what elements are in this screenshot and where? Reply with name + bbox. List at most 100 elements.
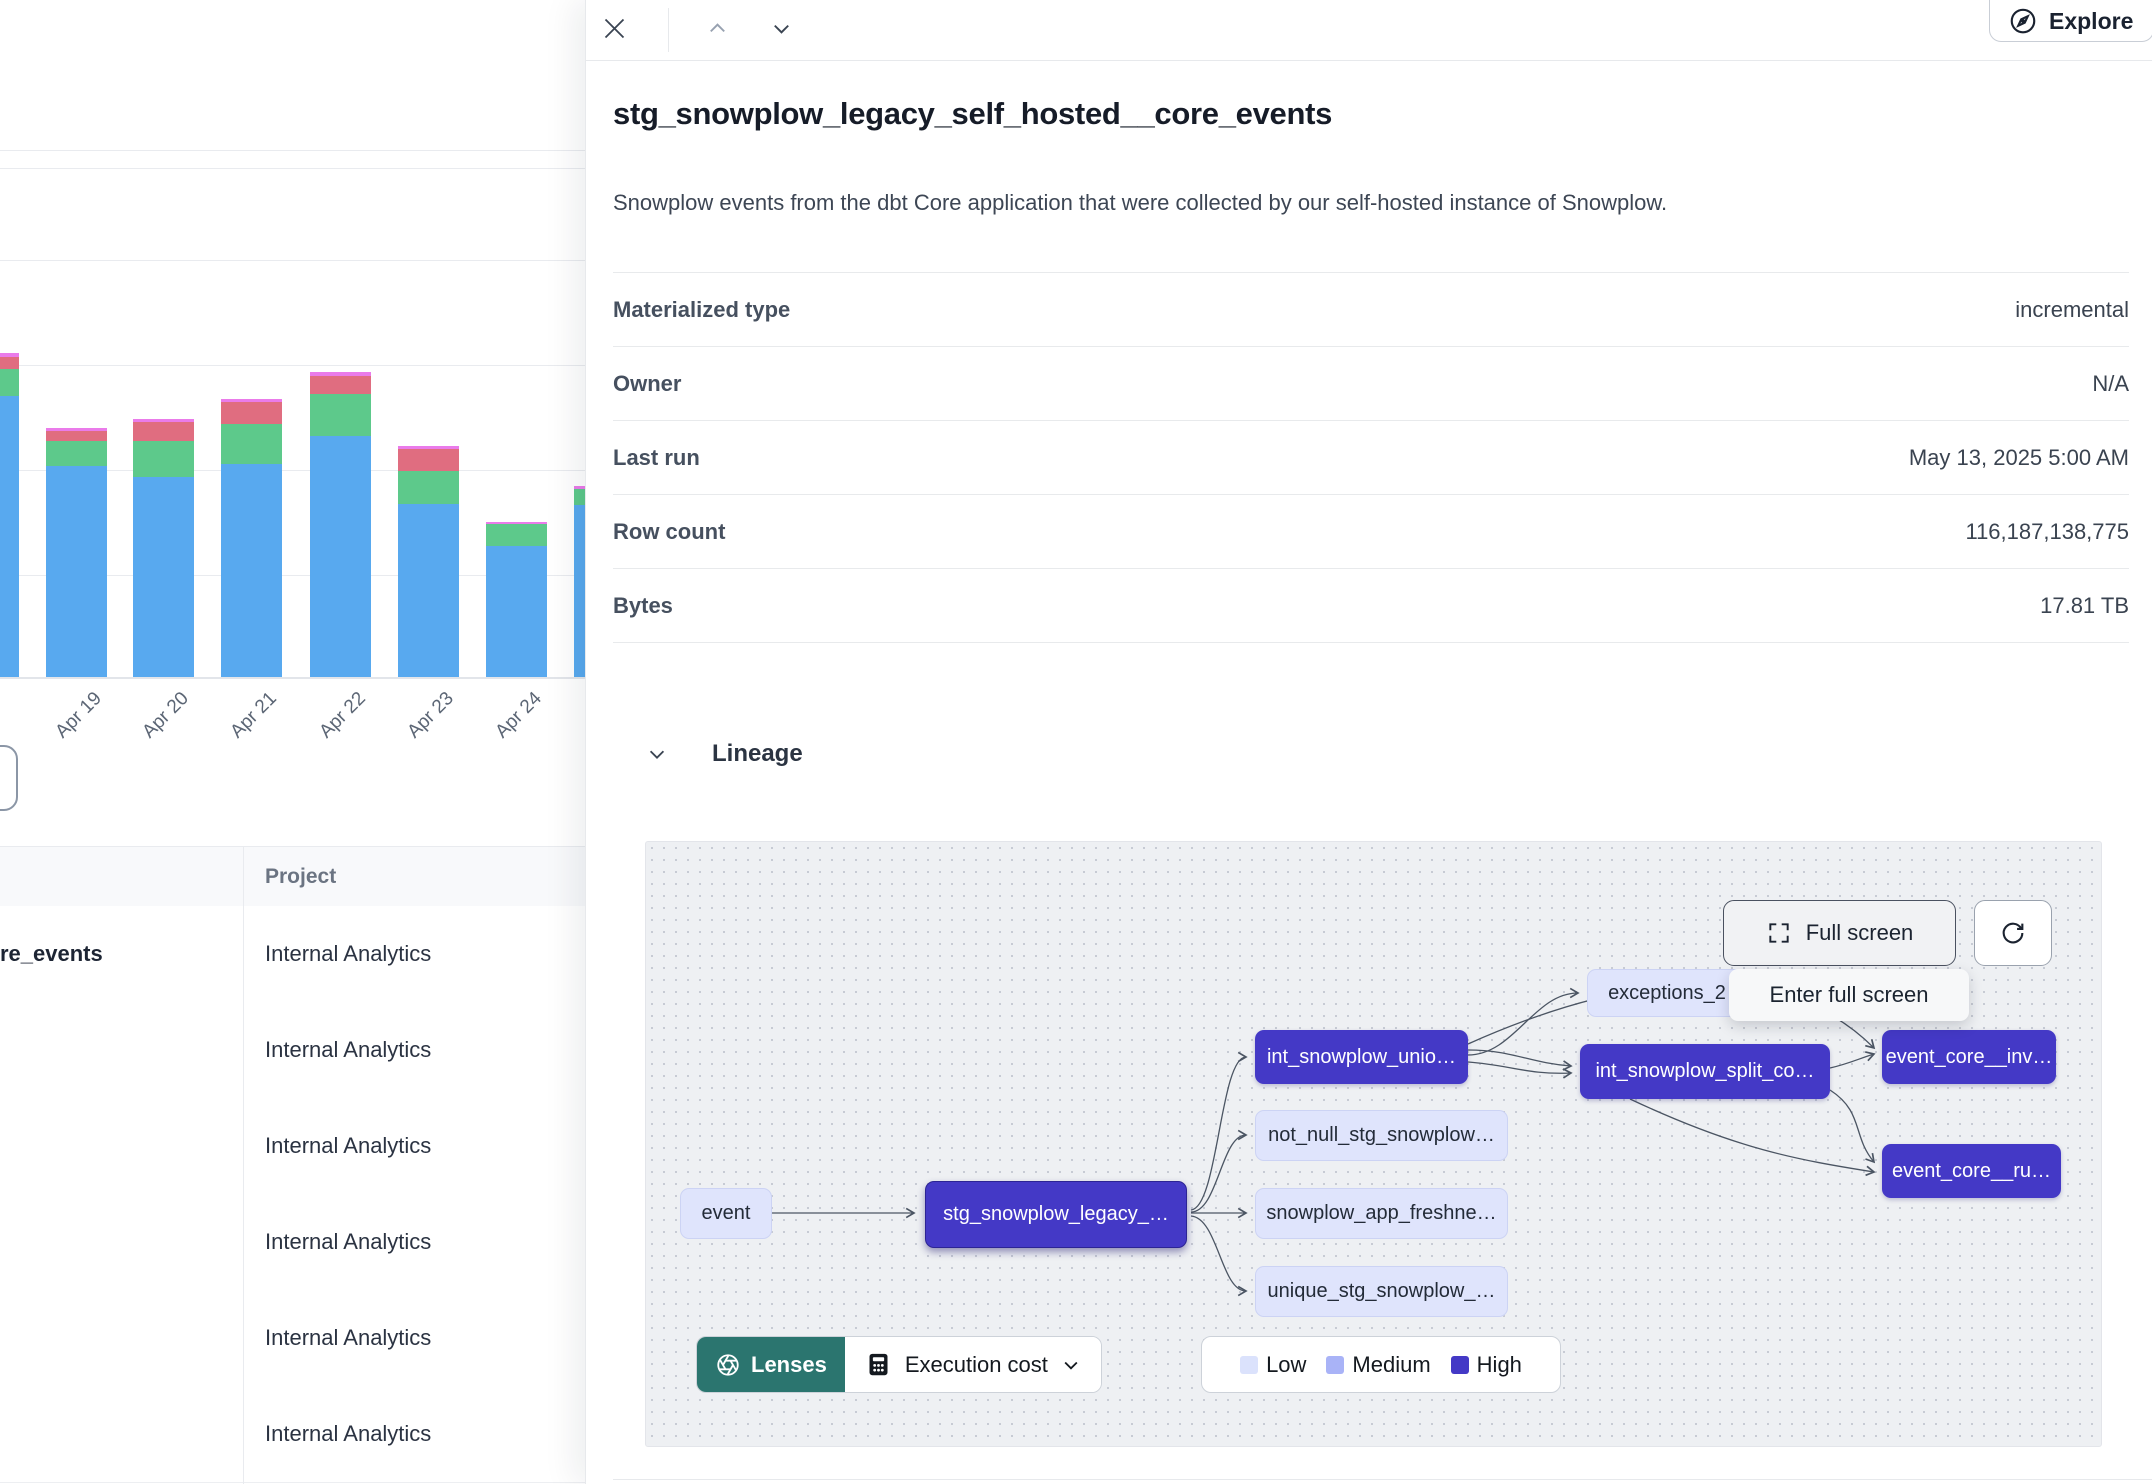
bar-segment-green-segment — [46, 441, 107, 466]
aperture-icon — [715, 1352, 741, 1378]
calculator-icon — [865, 1351, 892, 1378]
table-row[interactable]: Internal Analytics — [0, 1290, 585, 1387]
model-description: Snowplow events from the dbt Core applic… — [613, 190, 1667, 216]
lineage-node-inv[interactable]: event_core__inv… — [1882, 1030, 2056, 1084]
lineage-node-exceptions[interactable]: exceptions_2 — [1587, 969, 1747, 1017]
x-axis-label: Apr 22 — [295, 688, 370, 763]
bar-segment-green-segment — [486, 524, 547, 546]
lineage-node-event[interactable]: event — [680, 1188, 772, 1239]
project-cell: Internal Analytics — [265, 906, 431, 1002]
stacked-bar[interactable] — [0, 353, 19, 677]
lens-selected-label: Execution cost — [905, 1352, 1048, 1378]
bar-segment-blue-segment — [46, 466, 107, 677]
detail-value: May 13, 2025 5:00 AM — [1909, 445, 2129, 471]
detail-label: Row count — [613, 519, 725, 545]
detail-label: Last run — [613, 445, 700, 471]
detail-value: incremental — [2015, 297, 2129, 323]
previous-item-button[interactable] — [697, 8, 737, 48]
fullscreen-tooltip: Enter full screen — [1729, 969, 1969, 1021]
chevron-up-icon — [706, 17, 729, 40]
lineage-node-ru[interactable]: event_core__ru… — [1882, 1144, 2061, 1198]
detail-value: 116,187,138,775 — [1965, 519, 2129, 545]
table-row[interactable]: Internal Analytics — [0, 1386, 585, 1483]
legend-label: Medium — [1352, 1352, 1430, 1378]
table-row[interactable]: Internal Analytics — [0, 1194, 585, 1291]
lineage-node-app_fresh[interactable]: snowplow_app_freshne… — [1255, 1188, 1508, 1239]
toolbar-divider — [668, 8, 669, 52]
x-axis-label: Apr 24 — [471, 688, 546, 763]
detail-row: Owner N/A — [613, 347, 2129, 421]
fullscreen-button[interactable]: Full screen — [1723, 900, 1956, 966]
stacked-bar[interactable] — [398, 446, 459, 677]
project-cell: Internal Analytics — [265, 1002, 431, 1098]
explore-button[interactable]: Explore — [1989, 0, 2152, 42]
stacked-bar[interactable] — [310, 372, 371, 677]
lenses-label: Lenses — [751, 1352, 827, 1378]
detail-row: Last run May 13, 2025 5:00 AM — [613, 421, 2129, 495]
table-row[interactable]: re_events Internal Analytics — [0, 906, 585, 1003]
bar-segment-blue-segment — [0, 396, 19, 677]
bar-segment-blue-segment — [486, 546, 547, 677]
bar-segment-green-segment — [221, 424, 282, 464]
expand-icon — [1766, 920, 1792, 946]
bar-segment-green-segment — [0, 369, 19, 396]
table-column-divider — [243, 846, 244, 1484]
detail-label: Materialized type — [613, 297, 790, 323]
refresh-icon — [1999, 919, 2027, 947]
detail-row: Row count 116,187,138,775 — [613, 495, 2129, 569]
bar-segment-red-segment — [133, 422, 194, 441]
model-details-list: Materialized type incremental Owner N/A Last… — [613, 272, 2129, 643]
chevron-down-icon — [646, 743, 668, 765]
table-row[interactable]: Internal Analytics — [0, 1098, 585, 1195]
lineage-section-header[interactable]: Lineage — [646, 740, 803, 768]
close-button[interactable] — [594, 8, 634, 48]
legend-item-high: High — [1451, 1352, 1522, 1378]
compass-icon — [2008, 6, 2038, 36]
stacked-bar[interactable] — [486, 522, 547, 677]
section-divider — [613, 1479, 2152, 1480]
cutoff-pill-button[interactable] — [0, 745, 18, 811]
stacked-bar[interactable] — [221, 399, 282, 677]
lenses-control: Lenses Execution cost — [696, 1336, 1102, 1393]
detail-row: Materialized type incremental — [613, 273, 2129, 347]
x-axis-label: Apr 19 — [31, 688, 106, 763]
stacked-bar[interactable] — [46, 428, 107, 677]
bar-segment-green-segment — [133, 441, 194, 477]
table-row[interactable]: Internal Analytics — [0, 1002, 585, 1099]
detail-value: N/A — [2092, 371, 2129, 397]
chart-x-axis — [0, 677, 585, 679]
lineage-node-unio[interactable]: int_snowplow_unio… — [1255, 1030, 1468, 1084]
detail-row: Bytes17.81 TB — [613, 569, 2129, 643]
x-axis-label: Apr 20 — [118, 688, 193, 763]
lineage-node-stg[interactable]: stg_snowplow_legacy_… — [925, 1181, 1187, 1248]
legend-swatch — [1326, 1356, 1344, 1374]
lineage-section-label: Lineage — [712, 740, 803, 768]
x-axis-label: Apr 23 — [383, 688, 458, 763]
legend-swatch — [1451, 1356, 1469, 1374]
project-cell: Internal Analytics — [265, 1194, 431, 1290]
lineage-node-not_null[interactable]: not_null_stg_snowplow… — [1255, 1110, 1508, 1161]
close-icon — [601, 15, 628, 42]
project-cell: Internal Analytics — [265, 1290, 431, 1386]
refresh-button[interactable] — [1974, 900, 2052, 966]
legend-label: Low — [1266, 1352, 1306, 1378]
bar-segment-blue-segment — [133, 477, 194, 677]
bar-segment-green-segment — [398, 471, 459, 504]
legend-item-medium: Medium — [1326, 1352, 1430, 1378]
bar-segment-red-segment — [310, 376, 371, 394]
model-name-cell: re_events — [0, 906, 103, 1002]
detail-label: Owner — [613, 371, 681, 397]
lens-selector-dropdown[interactable]: Execution cost — [845, 1337, 1101, 1392]
bar-segment-red-segment — [221, 402, 282, 424]
lineage-node-unique[interactable]: unique_stg_snowplow_… — [1255, 1266, 1508, 1317]
next-item-button[interactable] — [761, 8, 801, 48]
lineage-canvas[interactable]: event stg_snowplow_legacy_… int_snowplow_u… — [645, 841, 2102, 1447]
card-divider — [0, 168, 585, 169]
lineage-node-split[interactable]: int_snowplow_split_co… — [1580, 1044, 1830, 1099]
bar-segment-green-segment — [310, 394, 371, 436]
project-cell: Internal Analytics — [265, 1098, 431, 1194]
chart-gridline — [0, 365, 585, 366]
lenses-button[interactable]: Lenses — [697, 1337, 845, 1392]
x-axis-label: Apr 21 — [206, 688, 281, 763]
stacked-bar[interactable] — [133, 419, 194, 677]
